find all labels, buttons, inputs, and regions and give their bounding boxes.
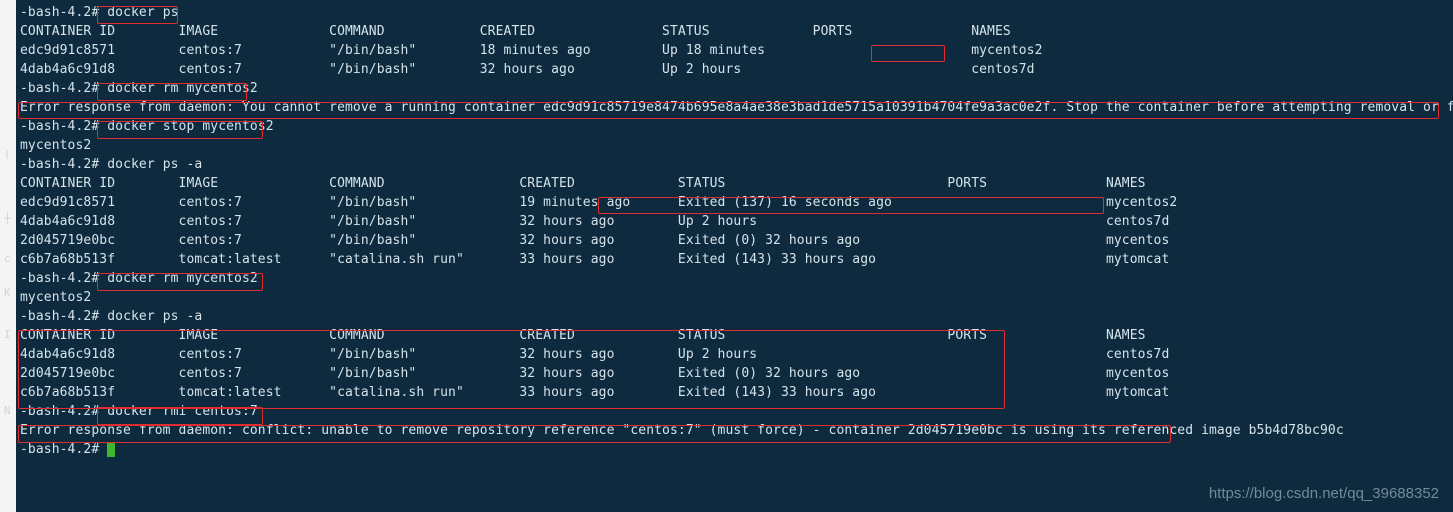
gutter-mark: c [4, 252, 11, 265]
gutter-mark: I [4, 328, 11, 341]
prompt-line: -bash-4.2# docker ps [20, 6, 1453, 25]
prompt-line: -bash-4.2# docker ps -a [20, 158, 1453, 177]
table-row: 4dab4a6c91d8 centos:7 "/bin/bash" 32 hou… [20, 215, 1453, 234]
table-row: edc9d91c8571 centos:7 "/bin/bash" 18 min… [20, 44, 1453, 63]
cmd-docker-ps-a: docker ps -a [107, 309, 202, 324]
watermark-text: https://blog.csdn.net/qq_39688352 [1209, 485, 1439, 502]
output-text: mycentos2 [20, 139, 1453, 158]
output-text: mycentos2 [20, 291, 1453, 310]
cmd-docker-rm: docker rm mycentos2 [107, 271, 258, 286]
cmd-docker-rmi: docker rmi centos:7 [107, 404, 258, 419]
error-output: Error response from daemon: conflict: un… [20, 424, 1453, 443]
cmd-docker-ps: docker ps [107, 5, 178, 20]
cmd-docker-rm: docker rm mycentos2 [107, 81, 258, 96]
prompt-line: -bash-4.2# docker ps -a [20, 310, 1453, 329]
gutter-mark: ┼ [4, 212, 11, 225]
table-header: CONTAINER ID IMAGE COMMAND CREATED STATU… [20, 329, 1453, 348]
table-row: 2d045719e0bc centos:7 "/bin/bash" 32 hou… [20, 234, 1453, 253]
table-row: 4dab4a6c91d8 centos:7 "/bin/bash" 32 hou… [20, 63, 1453, 82]
gutter-mark: K [4, 286, 11, 299]
table-row: edc9d91c8571 centos:7 "/bin/bash" 19 min… [20, 196, 1453, 215]
prompt-line: -bash-4.2# docker stop mycentos2 [20, 120, 1453, 139]
table-row: 4dab4a6c91d8 centos:7 "/bin/bash" 32 hou… [20, 348, 1453, 367]
editor-gutter: ( ┼ c K I N [0, 0, 17, 512]
table-row: 2d045719e0bc centos:7 "/bin/bash" 32 hou… [20, 367, 1453, 386]
prompt-line: -bash-4.2# docker rm mycentos2 [20, 272, 1453, 291]
cmd-docker-ps-a: docker ps -a [107, 157, 202, 172]
table-row: c6b7a68b513f tomcat:latest "catalina.sh … [20, 386, 1453, 405]
table-header: CONTAINER ID IMAGE COMMAND CREATED STATU… [20, 177, 1453, 196]
gutter-mark: ( [4, 148, 11, 161]
cursor [107, 443, 115, 457]
table-header: CONTAINER ID IMAGE COMMAND CREATED STATU… [20, 25, 1453, 44]
cmd-docker-stop: docker stop mycentos2 [107, 119, 273, 134]
prompt-line: -bash-4.2# docker rm mycentos2 [20, 82, 1453, 101]
error-output: Error response from daemon: You cannot r… [20, 101, 1453, 120]
prompt-line: -bash-4.2# [20, 443, 1453, 462]
gutter-mark: N [4, 404, 11, 417]
table-row: c6b7a68b513f tomcat:latest "catalina.sh … [20, 253, 1453, 272]
prompt-line: -bash-4.2# docker rmi centos:7 [20, 405, 1453, 424]
terminal[interactable]: -bash-4.2# docker ps CONTAINER ID IMAGE … [16, 0, 1453, 512]
